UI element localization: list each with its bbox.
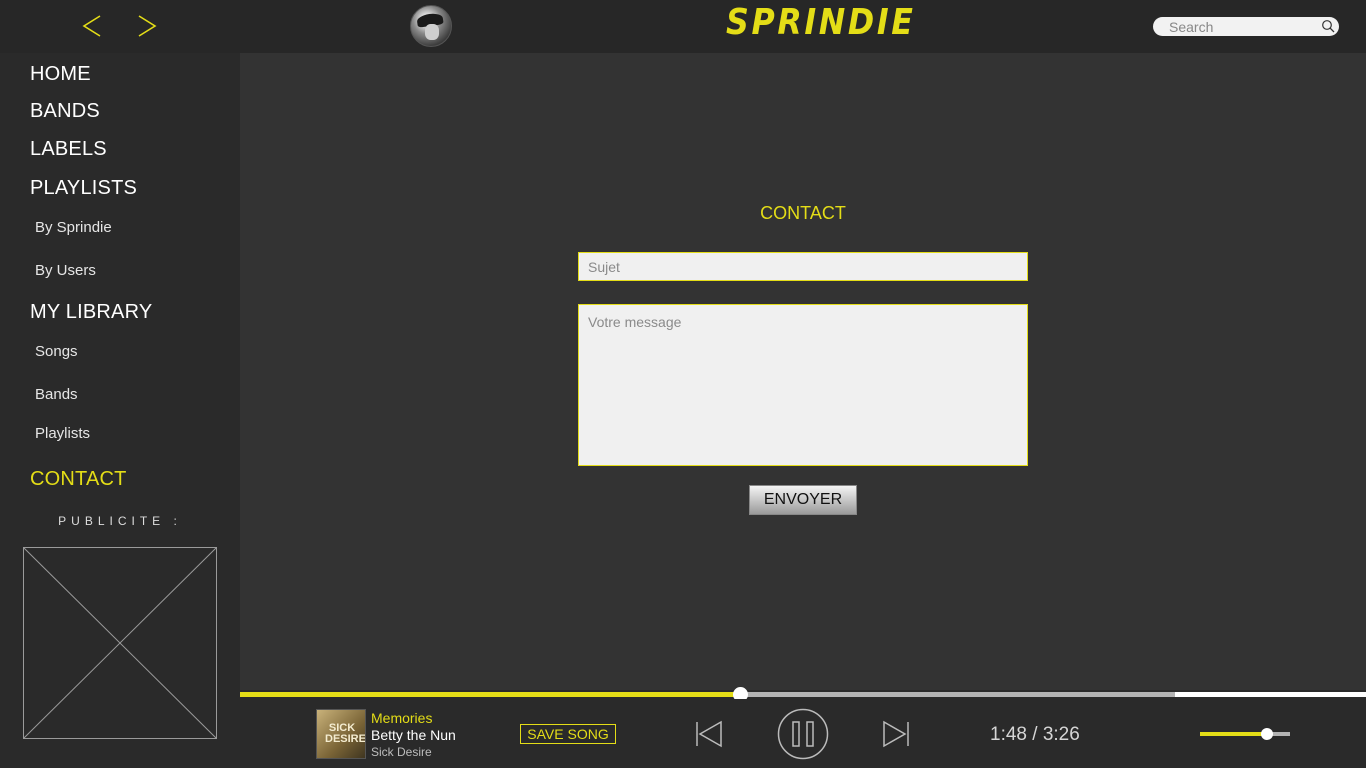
volume-slider[interactable] bbox=[1200, 728, 1290, 740]
sidebar: HOME BANDS LABELS PLAYLISTS By Sprindie … bbox=[0, 53, 240, 768]
advertisement-placeholder[interactable] bbox=[23, 547, 217, 739]
subject-field[interactable] bbox=[578, 252, 1028, 281]
time-display: 1:48 / 3:26 bbox=[990, 724, 1080, 745]
song-album[interactable]: Sick Desire bbox=[371, 745, 432, 759]
sidebar-item-contact[interactable]: CONTACT bbox=[30, 468, 127, 491]
sidebar-item-songs[interactable]: Songs bbox=[35, 343, 78, 360]
main-content: CONTACT ENVOYER bbox=[240, 53, 1366, 690]
player-bar: SICK DESIRE Memories Betty the Nun Sick … bbox=[240, 699, 1366, 768]
back-arrow-icon[interactable] bbox=[78, 12, 106, 40]
top-bar: SPRINDIE bbox=[0, 0, 1366, 53]
album-cover[interactable]: SICK DESIRE bbox=[316, 709, 366, 759]
sidebar-item-by-sprindie[interactable]: By Sprindie bbox=[35, 219, 112, 236]
skip-previous-icon[interactable] bbox=[694, 719, 724, 754]
advertisement-label: PUBLICITE : bbox=[58, 514, 182, 528]
search-box bbox=[1153, 17, 1339, 36]
save-song-button[interactable]: SAVE SONG bbox=[520, 724, 616, 744]
forward-arrow-icon[interactable] bbox=[133, 12, 161, 40]
volume-handle[interactable] bbox=[1260, 728, 1273, 740]
skip-next-icon[interactable] bbox=[881, 719, 911, 754]
progress-played bbox=[240, 692, 740, 697]
sidebar-item-labels[interactable]: LABELS bbox=[30, 138, 107, 161]
message-field[interactable] bbox=[578, 304, 1028, 466]
sidebar-item-playlists[interactable]: PLAYLISTS bbox=[30, 177, 137, 200]
search-icon[interactable] bbox=[1321, 19, 1335, 33]
avatar[interactable] bbox=[410, 5, 452, 47]
sidebar-item-library-playlists[interactable]: Playlists bbox=[35, 425, 90, 442]
pause-icon[interactable] bbox=[777, 708, 829, 765]
app-logo[interactable]: SPRINDIE bbox=[726, 2, 916, 43]
sidebar-item-home[interactable]: HOME bbox=[30, 63, 91, 86]
song-progress-bar[interactable] bbox=[240, 687, 1366, 702]
album-cover-text: SICK DESIRE bbox=[325, 722, 366, 745]
send-button[interactable]: ENVOYER bbox=[749, 485, 857, 515]
volume-level bbox=[1200, 732, 1267, 736]
search-input[interactable] bbox=[1169, 18, 1319, 35]
song-title[interactable]: Memories bbox=[371, 710, 432, 726]
sidebar-item-by-users[interactable]: By Users bbox=[35, 262, 96, 279]
song-artist[interactable]: Betty the Nun bbox=[371, 727, 456, 743]
page-title: CONTACT bbox=[760, 203, 846, 223]
sidebar-item-bands[interactable]: BANDS bbox=[30, 100, 100, 123]
sidebar-item-my-library[interactable]: MY LIBRARY bbox=[30, 301, 152, 324]
sidebar-item-library-bands[interactable]: Bands bbox=[35, 386, 78, 403]
